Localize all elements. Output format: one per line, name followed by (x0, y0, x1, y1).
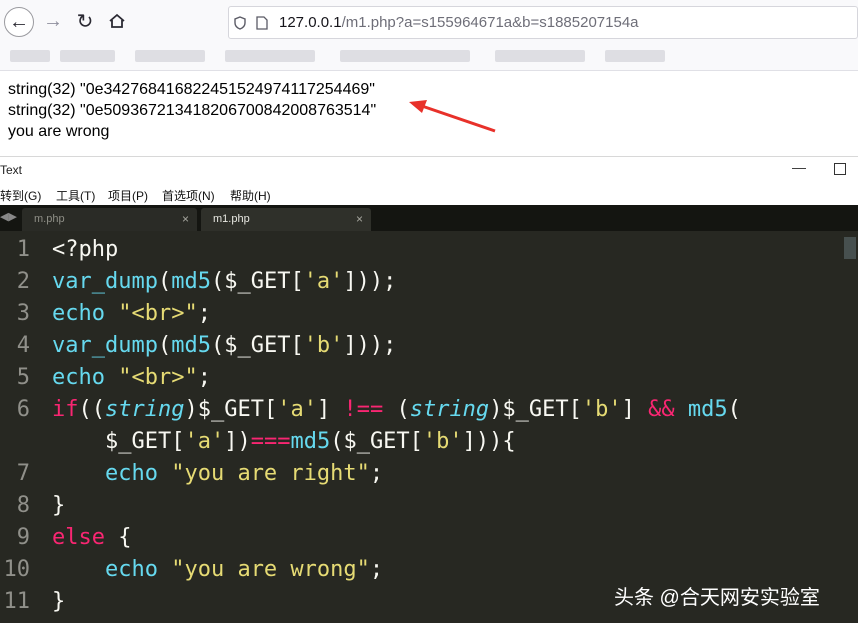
code-line: echo "<br>"; (52, 365, 211, 390)
page-icon[interactable] (251, 15, 273, 30)
code-editor[interactable]: 1 2 3 4 5 6 7 8 9 10 11 <?php var_dump(m… (0, 231, 858, 623)
line-number: 2 (16, 269, 30, 294)
bookmark-item[interactable] (135, 50, 205, 62)
code-line: var_dump(md5($_GET['b'])); (52, 333, 397, 358)
red-arrow-annotation (409, 100, 496, 133)
menu-project[interactable]: 项目(P) (108, 187, 148, 204)
line-number: 4 (16, 333, 30, 358)
bookmark-item[interactable] (340, 50, 470, 62)
line-number: 11 (3, 589, 31, 614)
code-line: <?php (52, 237, 119, 262)
code-line: echo "<br>"; (52, 301, 211, 326)
line-number: 8 (16, 493, 30, 518)
menu-goto[interactable]: 转到(G) (0, 187, 41, 204)
editor-tab-bar: ◀▶ m.php × m1.php × (0, 205, 858, 231)
minimize-icon[interactable]: — (792, 159, 806, 175)
tab-scroll-left-icon[interactable]: ◀▶ (0, 210, 18, 223)
close-icon[interactable]: × (356, 212, 363, 226)
bookmark-item[interactable] (225, 50, 315, 62)
editor-window-title: Text (0, 163, 23, 177)
code-line: } (52, 589, 66, 614)
line-number: 1 (16, 237, 30, 262)
menu-help[interactable]: 帮助(H) (230, 187, 271, 204)
line-number-gutter: 1 2 3 4 5 6 7 8 9 10 11 (0, 231, 44, 623)
forward-arrow-icon[interactable]: → (38, 6, 68, 36)
shield-icon[interactable] (229, 15, 251, 30)
code-line: else { (52, 525, 132, 550)
output-line-2: string(32) "0e50936721341820670084200876… (8, 102, 377, 119)
editor-menu-bar: 转到(G) 工具(T) 项目(P) 首选项(N) 帮助(H) (0, 184, 858, 205)
url-host: 127.0.0.1 (279, 14, 342, 31)
url-text: 127.0.0.1/m1.php?a=s155964671a&b=s188520… (279, 14, 639, 31)
bookmark-item[interactable] (60, 50, 115, 62)
menu-preferences[interactable]: 首选项(N) (162, 187, 215, 204)
browser-toolbar: ← → ↻ 127.0.0.1/m1.php?a=s155964671a&b=s… (0, 0, 858, 44)
bookmark-item[interactable] (605, 50, 665, 62)
tab-label: m1.php (213, 213, 250, 225)
address-bar[interactable]: 127.0.0.1/m1.php?a=s155964671a&b=s188520… (228, 6, 858, 39)
line-number: 5 (16, 365, 30, 390)
line-number: 9 (16, 525, 30, 550)
bookmarks-bar (0, 44, 858, 71)
home-icon[interactable] (102, 6, 132, 36)
output-line-3: you are wrong (8, 123, 110, 140)
url-path: /m1.php?a=s155964671a&b=s1885207154a (341, 14, 639, 31)
code-line: if((string)$_GET['a'] !== (string)$_GET[… (52, 397, 741, 422)
tab-label: m.php (34, 213, 65, 225)
menu-tools[interactable]: 工具(T) (56, 187, 95, 204)
code-line: $_GET['a'])===md5($_GET['b'])){ (52, 429, 516, 454)
line-number: 7 (16, 461, 30, 486)
maximize-icon[interactable] (834, 163, 846, 175)
code-line: echo "you are wrong"; (104, 557, 384, 582)
tab-m1-php[interactable]: m1.php × (201, 208, 371, 231)
editor-title-bar: Text — (0, 156, 858, 185)
close-icon[interactable]: × (182, 212, 189, 226)
line-number: 3 (16, 301, 30, 326)
reload-icon[interactable]: ↻ (70, 6, 100, 36)
line-number: 10 (3, 557, 31, 582)
bookmark-item[interactable] (10, 50, 50, 62)
watermark: 头条 @合天网安实验室 (614, 587, 820, 609)
code-line: } (52, 493, 66, 518)
back-arrow-icon[interactable]: ← (4, 7, 34, 37)
bookmark-item[interactable] (495, 50, 585, 62)
minimap[interactable] (844, 237, 856, 259)
code-line: var_dump(md5($_GET['a'])); (52, 269, 397, 294)
output-line-1: string(32) "0e34276841682245152497411725… (8, 81, 375, 98)
tab-m-php[interactable]: m.php × (22, 208, 197, 231)
code-line: echo "you are right"; (104, 461, 384, 486)
line-number: 6 (16, 397, 30, 422)
